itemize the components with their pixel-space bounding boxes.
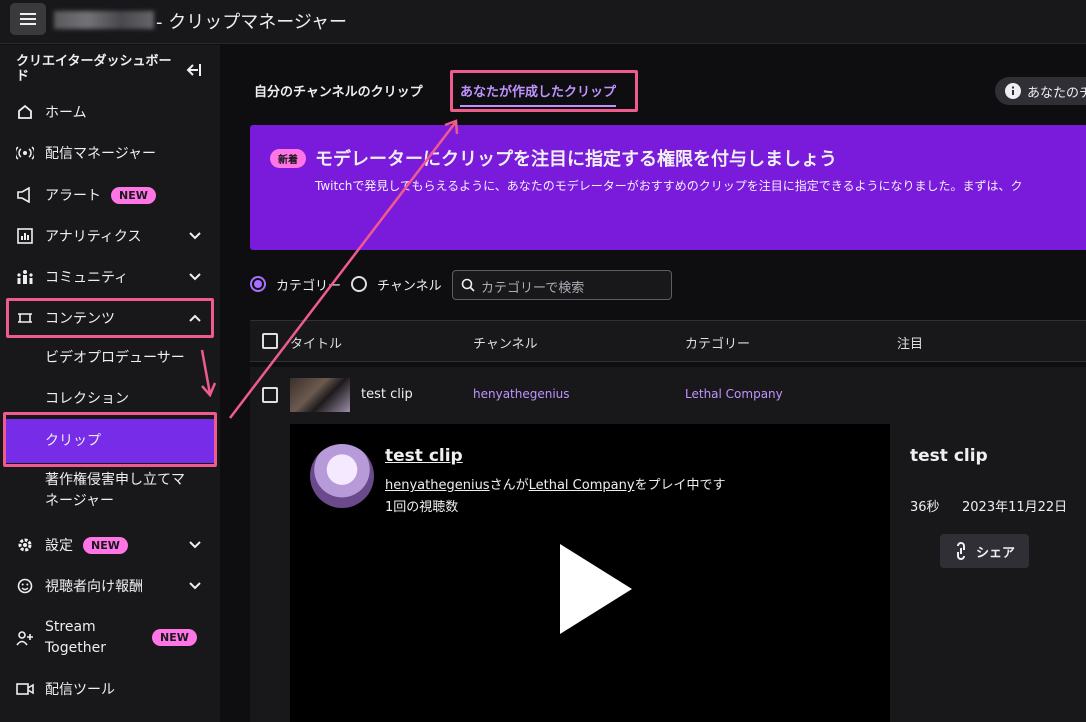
sidebar-item-label: コミュニティ: [45, 270, 129, 286]
new-badge: NEW: [111, 186, 156, 204]
play-icon[interactable]: [560, 544, 632, 634]
broadcast-icon: [16, 144, 34, 162]
clip-date: 2023年11月22日: [962, 500, 1068, 515]
player-clip-meta: henyathegeniusさんがLethal Companyをプレイ中です: [385, 474, 726, 493]
column-title[interactable]: タイトル: [290, 333, 342, 352]
sidebar-subitem-video-producer[interactable]: ビデオプロデューサー: [45, 348, 185, 369]
blurred-channel-name: [54, 11, 154, 29]
hamburger-icon: [20, 13, 36, 25]
column-featured[interactable]: 注目: [897, 333, 923, 352]
sidebar-item-settings[interactable]: 設定 NEW: [16, 534, 128, 556]
main-content: 自分のチャンネルのクリップ あなたが作成したクリップ あなたのチ 新着 モデレー…: [220, 45, 1086, 722]
label-line2: Together: [45, 640, 106, 656]
sidebar-item-stream-tools[interactable]: 配信ツール: [16, 678, 115, 700]
player-channel-link[interactable]: henyathegenius: [385, 478, 490, 493]
view-count: 1回の視聴数: [385, 500, 459, 515]
clip-thumbnail[interactable]: [290, 378, 350, 412]
sidebar-item-label: 配信ツール: [45, 682, 115, 698]
megaphone-icon: [16, 186, 34, 204]
banner-title: モデレーターにクリップを注目に指定する権限を付与しましょう: [315, 149, 837, 170]
top-bar: - クリップマネージャー: [0, 0, 1086, 44]
radio-channel-label: チャンネル: [377, 279, 442, 294]
tab-channel-clips[interactable]: 自分のチャンネルのクリップ: [254, 81, 423, 100]
app-title: - クリップマネージャー: [156, 12, 347, 33]
chevron-down-icon[interactable]: [188, 229, 202, 243]
sidebar-item-stream-manager[interactable]: 配信マネージャー: [16, 142, 156, 164]
new-badge: NEW: [152, 629, 197, 646]
info-pill[interactable]: あなたのチ: [995, 77, 1086, 105]
radio-category-label: カテゴリー: [276, 279, 342, 294]
player-clip-title[interactable]: test clip: [385, 446, 463, 466]
search-icon: [461, 278, 475, 292]
label-line1: Stream: [45, 619, 96, 635]
camera-icon: [16, 680, 34, 698]
sidebar-item-label: アラート: [45, 188, 101, 204]
sidebar-item-label: 視聴者向け報酬: [45, 579, 143, 595]
select-all-checkbox[interactable]: [262, 333, 278, 349]
sidebar-item-label: アナリティクス: [45, 229, 142, 245]
sidebar-item-home[interactable]: ホーム: [16, 101, 87, 123]
sidebar-subitem-label-line1: 著作権侵害申し立てマ: [45, 472, 185, 488]
column-channel[interactable]: チャンネル: [473, 333, 538, 352]
clip-category[interactable]: Lethal Company: [685, 387, 783, 401]
sidebar-item-alerts[interactable]: アラート NEW: [16, 184, 156, 206]
sidebar-subitem-copyright[interactable]: 著作権侵害申し立てマ ネージャー: [45, 470, 185, 512]
share-icon: [956, 542, 965, 560]
highlight-clips: [3, 412, 217, 467]
info-icon: [1005, 83, 1021, 99]
sidebar-subitem-collections[interactable]: コレクション: [45, 389, 129, 410]
sidebar: クリエイターダッシュボード ホーム 配信マネージャー アラート NEW アナリテ…: [0, 45, 220, 722]
sidebar-item-label: 配信マネージャー: [45, 146, 157, 162]
sidebar-subitem-label-line2: ネージャー: [45, 493, 115, 509]
new-badge: NEW: [83, 536, 128, 554]
chevron-down-icon[interactable]: [188, 579, 202, 593]
detail-title: test clip: [910, 446, 988, 466]
share-button[interactable]: シェア: [940, 534, 1029, 568]
banner-description: Twitchで発見してもらえるように、あなたのモデレーターがおすすめのクリップを…: [315, 179, 1023, 193]
avatar[interactable]: [310, 444, 374, 508]
sidebar-item-label: Stream Together: [45, 617, 106, 659]
radio-channel[interactable]: [351, 276, 367, 292]
chevron-down-icon[interactable]: [188, 270, 202, 284]
meta-connector: さんが: [489, 478, 529, 493]
meta-connector: をプレイ中です: [634, 478, 726, 493]
sidebar-item-stream-together[interactable]: Stream Together: [16, 617, 106, 659]
highlight-my-clips-tab: [450, 70, 638, 112]
menu-button[interactable]: [10, 3, 46, 35]
sidebar-item-community[interactable]: コミュニティ: [16, 266, 128, 288]
analytics-icon: [16, 227, 34, 245]
row-checkbox[interactable]: [262, 387, 278, 403]
column-category[interactable]: カテゴリー: [685, 333, 750, 352]
add-user-icon: [16, 629, 34, 647]
collapse-sidebar-button[interactable]: [186, 63, 202, 81]
table-header: タイトル チャンネル カテゴリー 注目: [250, 320, 1086, 362]
clip-channel[interactable]: henyathegenius: [473, 387, 570, 401]
video-player[interactable]: test clip henyathegeniusさんがLethal Compan…: [290, 424, 890, 722]
clip-title[interactable]: test clip: [361, 387, 413, 402]
sidebar-item-viewer-rewards[interactable]: 視聴者向け報酬: [16, 575, 143, 597]
radio-category[interactable]: [250, 276, 266, 292]
sidebar-item-analytics[interactable]: アナリティクス: [16, 225, 141, 247]
gear-icon: [16, 536, 34, 554]
info-pill-label: あなたのチ: [1027, 85, 1086, 101]
highlight-content: [6, 298, 214, 338]
sidebar-item-label: ホーム: [45, 105, 87, 121]
home-icon: [16, 103, 34, 121]
sidebar-item-label: 設定: [45, 538, 73, 554]
collapse-icon: [186, 64, 201, 76]
new-badge: 新着: [270, 149, 306, 168]
chevron-down-icon[interactable]: [188, 538, 202, 552]
search-placeholder: カテゴリーで検索: [481, 281, 585, 296]
category-search-input[interactable]: カテゴリーで検索: [452, 270, 672, 300]
table-row[interactable]: test clip henyathegenius Lethal Company: [250, 367, 1086, 422]
promo-banner: 新着 モデレーターにクリップを注目に指定する権限を付与しましょう Twitchで…: [250, 125, 1086, 250]
clip-duration: 36秒: [910, 500, 940, 515]
community-icon: [16, 268, 34, 286]
clip-detail-panel: test clip henyathegeniusさんがLethal Compan…: [250, 422, 1086, 722]
sidebar-title: クリエイターダッシュボード: [16, 54, 172, 84]
smile-icon: [16, 577, 34, 595]
player-game-link[interactable]: Lethal Company: [529, 478, 635, 493]
share-label: シェア: [975, 545, 1015, 561]
